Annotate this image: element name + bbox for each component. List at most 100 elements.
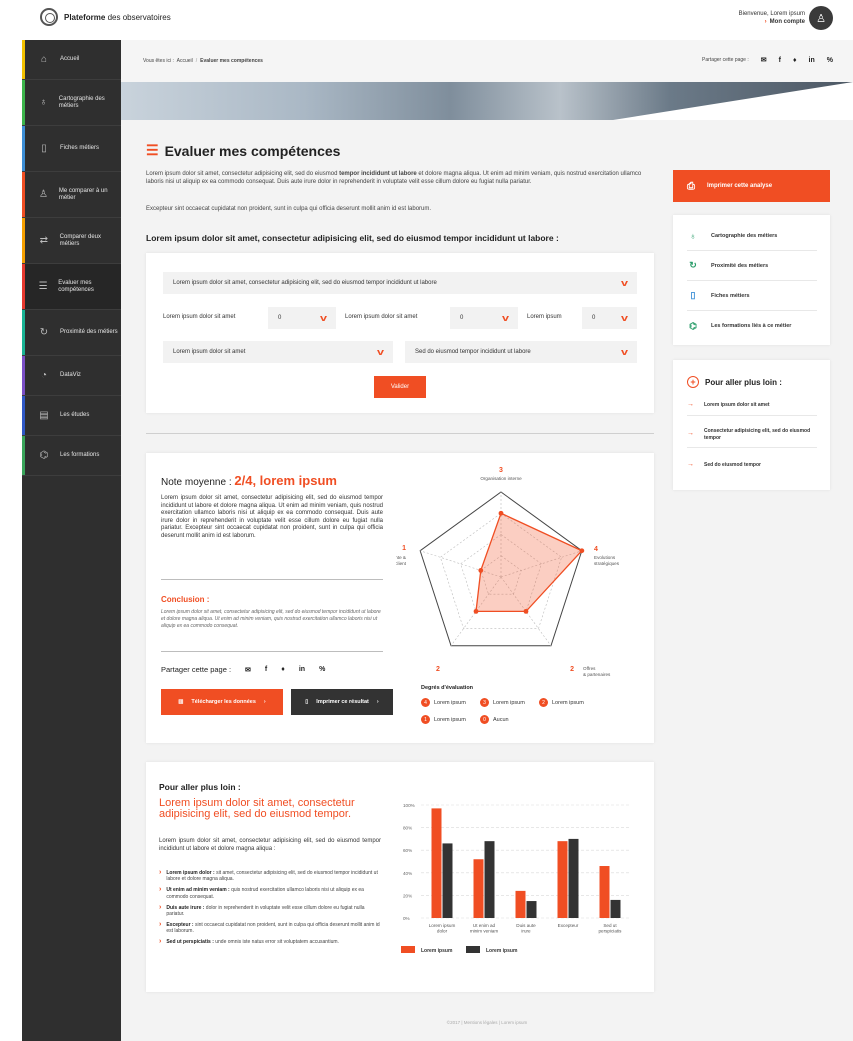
sidebar-item-cartographie[interactable]: ♁ Cartographie des métiers [22, 80, 121, 126]
sidebar-item-comparer-deux[interactable]: ⇄ Comparer deux métiers [22, 218, 121, 264]
chevron-down-icon: v [620, 278, 629, 288]
radar-axis-label: & formations [396, 665, 397, 670]
email-icon[interactable]: ✉ [245, 666, 251, 674]
bar [568, 838, 579, 918]
legend-item: 2 Lorem ipsum [539, 698, 584, 707]
select-left[interactable]: Lorem ipsum dolor sit amet v [163, 341, 393, 363]
fingerprint-icon [40, 8, 58, 26]
bar [473, 859, 484, 918]
radar-point [523, 608, 529, 614]
further-link-2[interactable]: → Consectetur adipisicing elit, sed do ei… [687, 422, 817, 448]
link-formations[interactable]: ⌬ Les formations liés à ce métier [687, 311, 817, 341]
conclusion-text: Lorem ipsum dolor sit amet, consectetur … [161, 609, 381, 629]
twitter-icon[interactable]: ♦ [793, 57, 797, 64]
list-item: › Excepteur : sint occaecat cupidatat non… [159, 920, 380, 935]
signpost-icon: ⇄ [39, 235, 49, 246]
legend-swatch [466, 946, 480, 953]
intro-text: Lorem ipsum dolor sit amet, consectetur … [146, 171, 642, 185]
field-label-1: Lorem ipsum dolor sit amet [163, 314, 236, 320]
linkedin-icon[interactable]: in [299, 666, 305, 673]
account-block: Bienvenue, Lorem ipsum Mon compte [739, 10, 805, 26]
sidebar-item-fiches[interactable]: ▯ Fiches métiers [22, 126, 121, 172]
radar-axis-label: Offres [583, 666, 596, 671]
further-links: + Pour aller plus loin : → Lorem ipsum dol… [673, 360, 830, 490]
link-cartographie[interactable]: ♁ Cartographie des métiers [687, 221, 817, 251]
value-select-2[interactable]: 0v [450, 307, 518, 329]
sidebar-item-evaluer[interactable]: ☰ Evaluer mes compétences [22, 264, 121, 310]
radar-axis-label: relation client [396, 561, 407, 566]
chevron-right-icon: › [159, 920, 162, 928]
download-data-button[interactable]: ▥ Télécharger les données › [161, 689, 283, 715]
divider [146, 433, 654, 434]
sidebar-item-proximite[interactable]: ↻ Proximité des métiers [22, 310, 121, 356]
legend-title: Degrés d'évaluation [421, 685, 474, 691]
further-link-3[interactable]: → Sed do eiusmod tempor [687, 456, 817, 475]
x-tick-label: Duis aute [516, 923, 536, 928]
legend-item: 4 Lorem ipsum [421, 698, 466, 707]
y-tick-label: 40% [403, 871, 412, 876]
radar-point [473, 608, 479, 614]
link-fiches[interactable]: ▯ Fiches métiers [687, 281, 817, 311]
account-link[interactable]: Mon compte [739, 18, 805, 26]
y-tick-label: 0% [403, 916, 410, 921]
section-text: Lorem ipsum dolor sit amet, consectetur … [159, 838, 381, 852]
legend-item: 3 Lorem ipsum [480, 698, 525, 707]
facebook-icon[interactable]: f [779, 57, 781, 64]
sidebar-item-formations[interactable]: ⌬ Les formations [22, 436, 121, 476]
chevron-down-icon: v [501, 313, 510, 323]
list-icon: ☰ [38, 281, 48, 292]
sidebar-item-label: Comparer deux métiers [59, 233, 102, 247]
select-right[interactable]: Sed do eiusmod tempor incididunt ut labo… [405, 341, 637, 363]
radar-axis-value: 2 [436, 666, 440, 673]
lightbulb-icon: ♁ [689, 230, 697, 241]
list-item: › Lorem ipsum dolor : sit amet, consectet… [159, 869, 378, 883]
y-tick-label: 60% [403, 848, 412, 853]
chevron-right-icon: › [159, 886, 162, 894]
link-icon[interactable]: % [827, 57, 833, 64]
document-icon: ▯ [305, 699, 309, 705]
breadcrumb-current: Evaluer mes compétences [200, 58, 263, 64]
sidebar-item-accueil[interactable]: ⌂ Accueil [22, 40, 121, 80]
further-link-1[interactable]: → Lorem ipsum dolor sit amet [687, 396, 817, 416]
twitter-icon[interactable]: ♦ [281, 666, 285, 673]
facebook-icon[interactable]: f [265, 666, 267, 673]
chevron-down-icon: v [620, 347, 629, 357]
breadcrumb-home[interactable]: Accueil [177, 58, 193, 64]
list-item: › Duis aute irure : dolor in reprehenderi… [159, 903, 365, 918]
further-title: + Pour aller plus loin : [687, 376, 782, 388]
footer: ©2017 | Mentions légales | Lorem ipsum [446, 1020, 528, 1025]
pie-chart-icon: ◔ [40, 370, 48, 381]
divider [161, 579, 383, 580]
print-result-button[interactable]: ▯ Imprimer ce résultat › [291, 689, 393, 715]
book-icon: ▤ [39, 410, 49, 421]
bar [442, 843, 453, 918]
x-tick-label: Lorem ipsum [429, 923, 456, 928]
chevron-down-icon: v [319, 313, 328, 323]
conclusion-title: Conclusion : [161, 595, 210, 604]
bullet-list: › Lorem ipsum dolor : sit amet, consectet… [159, 869, 381, 950]
plus-icon: + [687, 376, 699, 388]
cycle-icon: ↻ [39, 327, 49, 338]
bar [515, 890, 526, 918]
y-tick-label: 80% [403, 826, 412, 831]
sidebar-item-me-comparer[interactable]: ♙ Me comparer à un métier [22, 172, 121, 218]
brand-logo[interactable]: Plateforme des observatoires [40, 8, 171, 26]
legend-label: Lorem ipsum [486, 948, 518, 954]
value-select-3[interactable]: 0v [582, 307, 637, 329]
avatar[interactable]: ♙ [809, 6, 833, 30]
print-analysis-button[interactable]: ⎙ Imprimer cette analyse [673, 170, 830, 202]
radar-axis-label: Vente & [396, 555, 406, 560]
legend-label: Lorem ipsum [421, 948, 453, 954]
link-proximite[interactable]: ↻ Proximité des métiers [687, 251, 817, 281]
section-heading: Pour aller plus loin : [159, 782, 241, 792]
submit-button[interactable]: Valider [374, 376, 426, 398]
main-select[interactable]: Lorem ipsum dolor sit amet, consectetur … [163, 272, 637, 294]
sidebar-item-dataviz[interactable]: ◔ DataViz [22, 356, 121, 396]
link-icon[interactable]: % [319, 666, 325, 673]
email-icon[interactable]: ✉ [761, 56, 767, 64]
chevron-right-icon: › [159, 869, 162, 876]
linkedin-icon[interactable]: in [809, 57, 815, 64]
legend-swatch [401, 946, 415, 953]
sidebar-item-etudes[interactable]: ▤ Les études [22, 396, 121, 436]
value-select-1[interactable]: 0v [268, 307, 336, 329]
